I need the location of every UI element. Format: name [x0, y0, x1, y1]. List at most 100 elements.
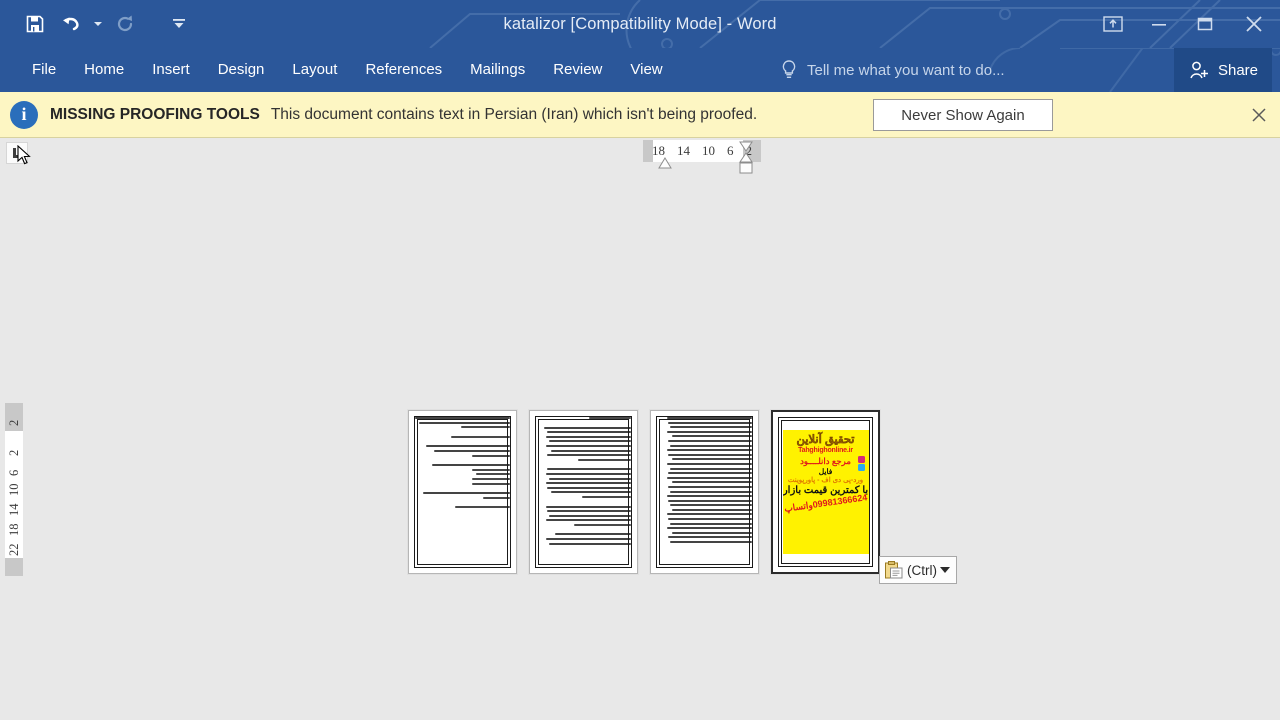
tab-home[interactable]: Home: [70, 48, 138, 92]
mouse-cursor: [17, 145, 31, 165]
document-page-2[interactable]: [529, 410, 638, 574]
text-line: [666, 513, 752, 516]
tab-review[interactable]: Review: [539, 48, 616, 92]
text-line: [475, 473, 510, 476]
tab-file[interactable]: File: [18, 48, 70, 92]
text-line: [472, 468, 510, 471]
text-line: [454, 506, 510, 509]
tab-design[interactable]: Design: [204, 48, 279, 92]
ribbon-display-options-button[interactable]: [1090, 0, 1136, 48]
lightbulb-icon: [782, 60, 796, 78]
text-line: [472, 477, 510, 480]
text-line: [672, 508, 752, 511]
left-indent-marker[interactable]: [739, 162, 753, 174]
text-line: [668, 439, 752, 442]
text-line: [545, 505, 631, 508]
document-page-3[interactable]: [650, 410, 759, 574]
tab-insert[interactable]: Insert: [138, 48, 204, 92]
close-button[interactable]: [1228, 0, 1280, 48]
text-line: [577, 458, 631, 461]
text-line: [551, 491, 631, 494]
text-line: [668, 421, 752, 424]
title-bar: katalizor [Compatibility Mode] - Word: [0, 0, 1280, 48]
text-line: [422, 492, 510, 495]
minimize-button[interactable]: [1136, 0, 1182, 48]
restore-button[interactable]: [1182, 0, 1228, 48]
document-page-1[interactable]: [408, 410, 517, 574]
window-controls: [1090, 0, 1280, 48]
vruler-tick-6: 6: [6, 469, 21, 476]
ad-title: تحقیق آنلاین: [796, 434, 855, 446]
text-line: [668, 472, 752, 475]
advertisement-image: تحقیق آنلاین Tahghighonline.ir مرجع دانل…: [782, 430, 869, 554]
text-line: [483, 496, 510, 499]
text-line: [434, 449, 510, 452]
text-line: [426, 445, 510, 448]
ad-website-url: Tahghighonline.ir: [798, 447, 853, 455]
word-window: katalizor [Compatibility Mode] - Word Fi…: [0, 0, 1280, 720]
vruler-tick-10: 10: [6, 483, 21, 497]
ribbon-tab-bar: File Home Insert Design Layout Reference…: [0, 48, 1280, 92]
vertical-ruler[interactable]: 2 2 6 10 14 18 22: [5, 403, 23, 576]
ribbon-display-options-icon: [1103, 16, 1123, 32]
text-line: [670, 444, 752, 447]
text-line: [589, 417, 631, 419]
text-line: [472, 482, 510, 485]
text-line: [670, 504, 752, 507]
share-label: Share: [1217, 61, 1258, 79]
customize-quick-access-toolbar-button[interactable]: [162, 7, 196, 41]
paste-options-button[interactable]: (Ctrl): [879, 556, 957, 584]
text-line: [666, 527, 752, 530]
text-line: [549, 477, 631, 480]
text-line: [472, 454, 510, 457]
tell-me-box[interactable]: Tell me what you want to do...: [780, 48, 1005, 92]
restore-icon: [1197, 17, 1213, 31]
text-line: [549, 514, 631, 517]
close-icon: [1246, 16, 1262, 32]
ad-line-2: فایل: [818, 467, 833, 477]
text-line: [668, 499, 752, 502]
text-line: [545, 444, 631, 447]
vertical-ruler-ticks: 2 2 6 10 14 18 22: [5, 403, 23, 576]
tab-view[interactable]: View: [616, 48, 676, 92]
undo-icon: [63, 17, 79, 31]
info-icon: i: [10, 100, 38, 129]
text-line: [668, 536, 752, 539]
text-line: [666, 449, 752, 452]
text-line: [547, 468, 631, 471]
instagram-icon: [857, 456, 865, 463]
vruler-tick-2: 2: [6, 449, 21, 456]
text-line: [551, 449, 631, 452]
undo-dropdown-arrow[interactable]: [90, 7, 106, 41]
chevron-down-icon[interactable]: [940, 567, 950, 573]
text-line: [666, 495, 752, 498]
text-line: [549, 440, 631, 443]
share-button[interactable]: Share: [1173, 48, 1272, 92]
text-line: [547, 510, 631, 513]
message-bar-close-button[interactable]: [1248, 104, 1270, 126]
text-line: [668, 518, 752, 521]
text-line: [666, 476, 752, 479]
text-gap: [536, 422, 631, 427]
tab-references[interactable]: References: [351, 48, 456, 92]
tab-mailings[interactable]: Mailings: [456, 48, 539, 92]
text-line: [666, 430, 752, 433]
text-line: [451, 435, 510, 438]
tab-layout[interactable]: Layout: [278, 48, 351, 92]
undo-button[interactable]: [54, 7, 88, 41]
text-line: [432, 464, 510, 467]
document-page-4[interactable]: تحقیق آنلاین Tahghighonline.ir مرجع دانل…: [771, 410, 880, 574]
hanging-indent-marker[interactable]: [658, 157, 672, 169]
text-line: [668, 453, 752, 456]
text-gap: [536, 501, 631, 506]
telegram-icon: [857, 464, 865, 471]
message-bar-title: MISSING PROOFING TOOLS: [50, 105, 260, 123]
text-line: [545, 538, 631, 541]
ad-line-3: ورد-پی دی اف - پاورپوینت: [787, 477, 864, 485]
redo-icon: [117, 15, 133, 32]
never-show-again-button[interactable]: Never Show Again: [873, 99, 1053, 131]
save-button[interactable]: [18, 7, 52, 41]
first-line-indent-marker[interactable]: [739, 141, 753, 152]
vruler-tick-14: 14: [6, 503, 21, 517]
text-line: [670, 522, 752, 525]
